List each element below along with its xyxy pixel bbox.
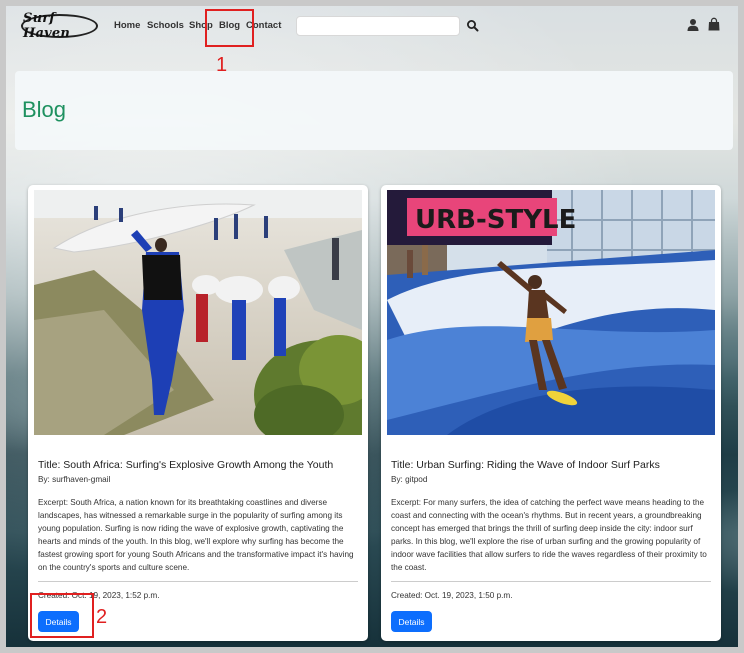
- navbar: Surf Haven Home Schools Shop Blog Contac…: [6, 6, 738, 48]
- card-divider: [38, 581, 358, 582]
- post-image-indoor-surf: URB-STYLE: [387, 190, 715, 435]
- post-excerpt: Excerpt: For many surfers, the idea of c…: [391, 498, 707, 572]
- indoor-surf-photo: URB-STYLE: [387, 190, 715, 435]
- annotation-box-2: [30, 593, 94, 638]
- sign-text: URB-STYLE: [415, 205, 576, 235]
- search-icon[interactable]: [466, 19, 480, 33]
- search-input[interactable]: [296, 16, 460, 36]
- annotation-label-1: 1: [216, 54, 228, 76]
- post-created-date: Created: Oct. 19, 2023, 1:50 p.m.: [391, 591, 513, 600]
- blog-post-card: URB-STYLE Title: Urban Surfing: Riding t…: [381, 185, 721, 641]
- site-logo[interactable]: Surf Haven: [21, 11, 98, 41]
- post-title[interactable]: Title: Urban Surfing: Riding the Wave of…: [391, 459, 660, 471]
- post-title[interactable]: Title: South Africa: Surfing's Explosive…: [38, 459, 333, 471]
- page-frame: Surf Haven Home Schools Shop Blog Contac…: [6, 6, 738, 647]
- annotation-label-2: 2: [96, 606, 108, 628]
- post-author: By: gitpod: [391, 475, 428, 484]
- annotation-box-1: [205, 9, 254, 47]
- shopping-bag-icon[interactable]: [707, 17, 721, 32]
- details-button[interactable]: Details: [391, 611, 432, 632]
- blog-post-card: Title: South Africa: Surfing's Explosive…: [28, 185, 368, 641]
- post-author: By: surfhaven-gmail: [38, 475, 111, 484]
- beach-photo: [34, 190, 362, 435]
- post-excerpt: Excerpt: South Africa, a nation known fo…: [38, 498, 354, 572]
- page-title: Blog: [22, 97, 67, 122]
- nav-link-home[interactable]: Home: [114, 20, 140, 31]
- card-divider: [391, 581, 711, 582]
- blog-header: Blog: [15, 71, 733, 150]
- user-icon[interactable]: [686, 18, 700, 32]
- nav-link-schools[interactable]: Schools: [147, 20, 184, 31]
- post-image-surfers-beach: [34, 190, 362, 435]
